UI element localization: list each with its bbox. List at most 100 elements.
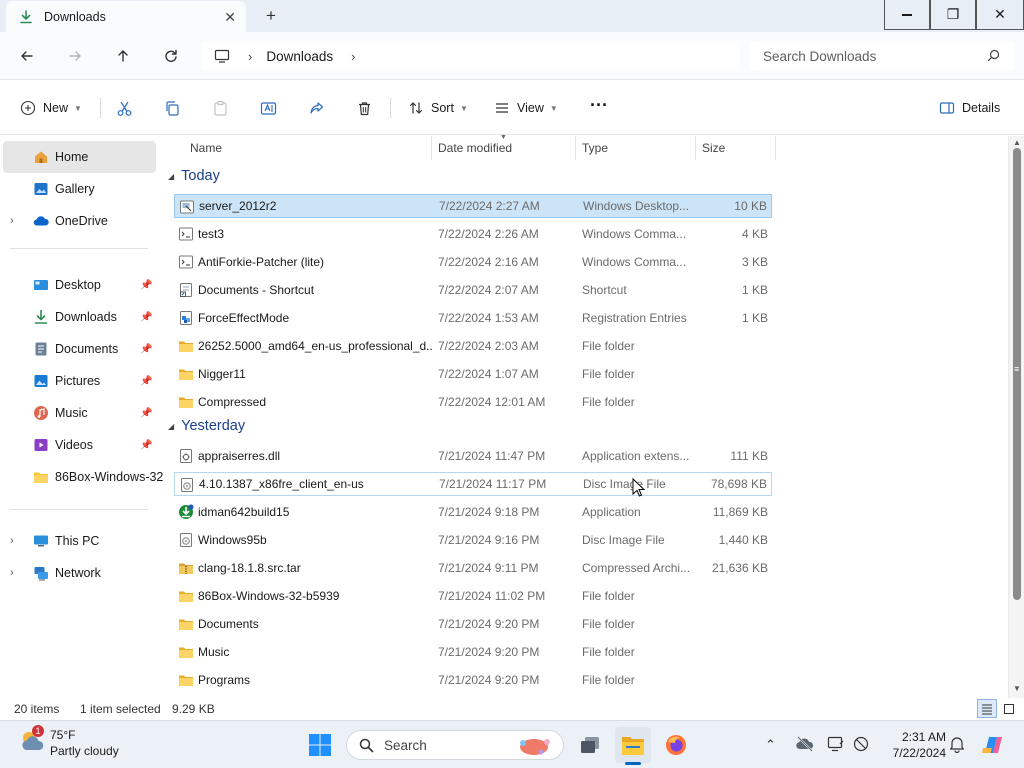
notification-badge: 1 [32, 725, 44, 737]
file-row[interactable]: Documents 7/21/2024 9:20 PM File folder [174, 612, 772, 636]
show-hidden-icons-icon[interactable]: ⌃ [765, 737, 776, 753]
forward-button[interactable] [63, 44, 87, 68]
sort-button[interactable]: Sort ▼ [408, 97, 468, 119]
taskbar-firefox[interactable] [658, 727, 694, 763]
scrollbar-thumb[interactable] [1013, 148, 1021, 600]
collapse-caret-icon[interactable]: ◢ [168, 422, 174, 431]
file-row[interactable]: 4.10.1387_x86fre_client_en-us 7/21/2024 1… [174, 472, 772, 496]
sidebar-item-onedrive[interactable]: › OneDrive [0, 205, 156, 237]
file-row[interactable]: Programs 7/21/2024 9:20 PM File folder [174, 668, 772, 692]
file-row[interactable]: AntiForkie-Patcher (lite) 7/22/2024 2:16 … [174, 250, 772, 274]
clipboard-icon [214, 100, 227, 116]
taskbar-search-box[interactable]: Search [346, 730, 564, 760]
taskbar-file-explorer[interactable] [615, 727, 651, 763]
sidebar-item-documents[interactable]: Documents 📌 [0, 333, 156, 365]
file-row[interactable]: server_2012r2 7/22/2024 2:27 AM Windows De… [174, 194, 772, 218]
group-header-today[interactable]: ◢ Today [168, 168, 220, 184]
notification-bell-icon[interactable] [948, 735, 966, 753]
sidebar-item-music[interactable]: Music 📌 [0, 397, 156, 429]
chevron-right-icon[interactable]: › [10, 215, 14, 227]
file-row[interactable]: test3 7/22/2024 2:26 AM Windows Comma... 4 … [174, 222, 772, 246]
start-button[interactable] [302, 727, 338, 763]
rename-button[interactable] [260, 97, 277, 119]
close-button[interactable]: ✕ [976, 0, 1024, 30]
item-count: 20 items [14, 702, 60, 716]
file-row[interactable]: Nigger11 7/22/2024 1:07 AM File folder [174, 362, 772, 386]
display-icon[interactable] [827, 735, 845, 753]
sidebar-item-label: Gallery [55, 182, 95, 196]
pin-icon[interactable]: 📌 [140, 440, 152, 451]
chevron-right-icon[interactable]: › [10, 567, 14, 579]
minimize-button[interactable] [884, 0, 930, 30]
group-header-yesterday[interactable]: ◢ Yesterday [168, 418, 245, 434]
back-button[interactable] [15, 44, 39, 68]
taskbar-task-view[interactable] [572, 727, 608, 763]
breadcrumb-chevron-icon[interactable]: › [351, 49, 355, 64]
column-header-type[interactable]: Type [576, 136, 696, 160]
tab-close-icon[interactable]: ✕ [224, 9, 236, 26]
file-row[interactable]: 26252.5000_amd64_en-us_professional_d...… [174, 334, 772, 358]
up-button[interactable] [111, 44, 135, 68]
paste-button[interactable] [212, 97, 229, 119]
file-row[interactable]: Compressed 7/22/2024 12:01 AM File folder [174, 390, 772, 414]
new-button[interactable]: New ▼ [20, 97, 82, 119]
pin-icon[interactable]: 📌 [140, 376, 152, 387]
collapse-caret-icon[interactable]: ◢ [168, 172, 174, 181]
copy-button[interactable] [164, 97, 181, 119]
cut-button[interactable] [116, 97, 133, 119]
network-status-icon[interactable] [852, 735, 870, 753]
pin-icon[interactable]: 📌 [140, 344, 152, 355]
file-row[interactable]: Music 7/21/2024 9:20 PM File folder [174, 640, 772, 664]
view-button[interactable]: View ▼ [494, 97, 558, 119]
new-tab-button[interactable]: + [260, 6, 282, 26]
scroll-up-icon[interactable]: ▲ [1011, 138, 1023, 147]
file-row[interactable]: 86Box-Windows-32-b5939 7/21/2024 11:02 PM… [174, 584, 772, 608]
details-view-button[interactable] [977, 699, 997, 718]
file-row[interactable]: idman642build15 7/21/2024 9:18 PM Applicat… [174, 500, 772, 524]
column-header-size[interactable]: Size [696, 136, 776, 160]
sidebar-item-pictures[interactable]: Pictures 📌 [0, 365, 156, 397]
scroll-down-icon[interactable]: ▼ [1011, 684, 1023, 693]
breadcrumb-downloads[interactable]: Downloads [266, 49, 333, 64]
column-header-name[interactable]: Name [184, 136, 432, 160]
share-button[interactable] [308, 97, 325, 119]
sidebar-item-gallery[interactable]: Gallery [0, 173, 156, 205]
sidebar-item-downloads[interactable]: Downloads 📌 [0, 301, 156, 333]
file-type: File folder [582, 617, 635, 631]
refresh-button[interactable] [159, 44, 183, 68]
more-options-button[interactable]: ··· [590, 94, 608, 116]
sidebar-item-desktop[interactable]: Desktop 📌 [0, 269, 156, 301]
chevron-right-icon[interactable]: › [10, 535, 14, 547]
onedrive-tray-icon[interactable] [796, 735, 814, 753]
weather-widget[interactable]: 1 75°F Partly cloudy [18, 725, 119, 758]
delete-button[interactable] [356, 97, 373, 119]
details-pane-button[interactable]: Details [939, 97, 1000, 119]
pin-icon[interactable]: 📌 [140, 280, 152, 291]
pin-icon[interactable]: 📌 [140, 408, 152, 419]
search-box[interactable] [750, 41, 1014, 71]
active-app-indicator [625, 762, 641, 765]
sidebar-item-86box[interactable]: 86Box-Windows-32 [0, 461, 163, 493]
vertical-scrollbar[interactable]: ▲ ≡ ▼ [1008, 136, 1024, 698]
file-row[interactable]: clang-18.1.8.src.tar 7/21/2024 9:11 PM Com… [174, 556, 772, 580]
pin-icon[interactable]: 📌 [140, 312, 152, 323]
file-type: Compressed Archi... [582, 561, 691, 575]
tab-downloads[interactable]: Downloads ✕ [6, 1, 246, 32]
file-row[interactable]: appraiserres.dll 7/21/2024 11:47 PM Applic… [174, 444, 772, 468]
maximize-button[interactable]: ❐ [930, 0, 976, 30]
breadcrumb-chevron-icon[interactable]: › [248, 49, 252, 64]
taskbar-copilot[interactable] [975, 727, 1011, 763]
system-clock[interactable]: 2:31 AM 7/22/2024 [880, 729, 946, 761]
sidebar-item-home[interactable]: Home [3, 141, 156, 173]
sidebar-item-network[interactable]: › Network [0, 557, 156, 589]
address-bar[interactable]: › Downloads › [202, 41, 740, 71]
file-row[interactable]: Documents - Shortcut 7/22/2024 2:07 AM Sho… [174, 278, 772, 302]
close-icon: ✕ [994, 6, 1006, 22]
sidebar-item-label: Desktop [55, 278, 101, 292]
search-input[interactable] [763, 48, 973, 64]
sidebar-item-videos[interactable]: Videos 📌 [0, 429, 156, 461]
sidebar-item-this-pc[interactable]: › This PC [0, 525, 156, 557]
file-row[interactable]: Windows95b 7/21/2024 9:16 PM Disc Image Fi… [174, 528, 772, 552]
tiles-view-button[interactable] [999, 699, 1019, 718]
file-row[interactable]: ForceEffectMode 7/22/2024 1:53 AM Registra… [174, 306, 772, 330]
